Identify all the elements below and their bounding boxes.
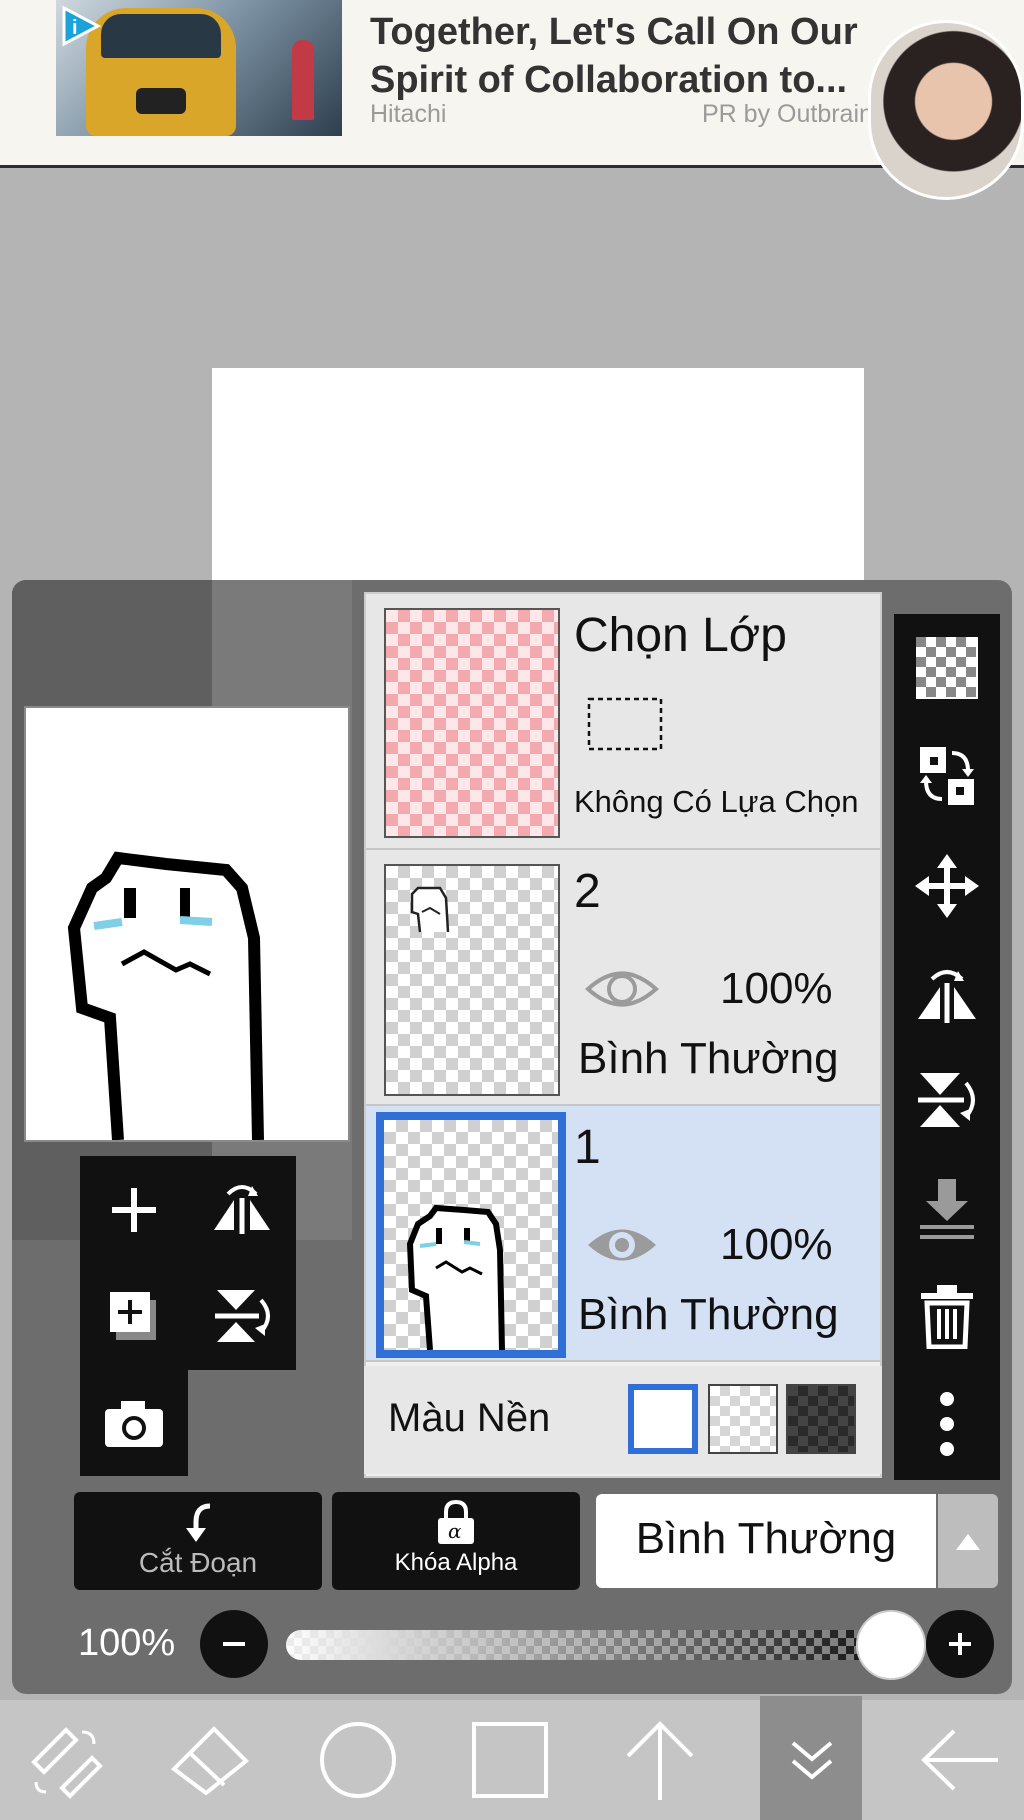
flip-horizontal-button[interactable] bbox=[894, 944, 1000, 1044]
move-icon bbox=[915, 854, 979, 918]
alpha-lock-icon: α bbox=[438, 1499, 474, 1544]
merge-down-icon bbox=[920, 1179, 974, 1239]
doodle-preview bbox=[67, 851, 264, 1141]
camera-icon bbox=[105, 1401, 163, 1447]
layer-opacity: 100% bbox=[720, 964, 833, 1013]
move-up-button[interactable] bbox=[600, 1700, 720, 1820]
layer-row[interactable]: 2 100% Bình Thường bbox=[366, 850, 880, 1106]
ad-source: Hitachi bbox=[370, 100, 447, 128]
svg-text:i: i bbox=[72, 17, 78, 39]
layers-list: Chọn Lớp Không Có Lựa Chọn 2 100% Bình T… bbox=[364, 592, 882, 1478]
ad-headline[interactable]: Together, Let's Call On Our Spirit of Co… bbox=[370, 8, 910, 104]
ad-headline-line1[interactable]: Together, Let's Call On Our bbox=[370, 8, 910, 56]
bg-swatch-dark[interactable] bbox=[786, 1384, 856, 1454]
visibility-eye-icon[interactable] bbox=[584, 964, 660, 1014]
background-color-label: Màu Nền bbox=[388, 1396, 551, 1440]
eraser-tool-button[interactable] bbox=[150, 1700, 270, 1820]
bg-swatch-white[interactable] bbox=[628, 1384, 698, 1454]
chevron-down-double-icon bbox=[791, 1741, 833, 1780]
selection-layer-thumbnail bbox=[384, 608, 560, 838]
flip-horizontal-icon bbox=[214, 1185, 270, 1234]
back-button[interactable] bbox=[900, 1700, 1020, 1820]
opacity-value: 100% bbox=[78, 1622, 176, 1664]
trash-icon bbox=[921, 1285, 973, 1349]
opacity-slider-thumb[interactable] bbox=[856, 1610, 926, 1680]
collapse-panel-button[interactable] bbox=[752, 1700, 872, 1820]
drawing-canvas[interactable] bbox=[212, 368, 864, 588]
more-icon bbox=[940, 1392, 954, 1456]
flip-vertical-icon bbox=[918, 1073, 975, 1127]
blend-mode-dropdown-button[interactable] bbox=[938, 1494, 998, 1588]
layer-thumbnail bbox=[376, 1112, 566, 1358]
triangle-up-icon bbox=[956, 1534, 980, 1550]
clip-button[interactable]: Cắt Đoạn bbox=[74, 1492, 322, 1590]
swap-layer-button[interactable] bbox=[894, 726, 1000, 826]
selection-layer-title: Chọn Lớp bbox=[574, 609, 787, 662]
plus-icon bbox=[949, 1633, 971, 1655]
duplicate-layer-button[interactable] bbox=[84, 1266, 184, 1366]
rectangle-icon bbox=[472, 1722, 548, 1798]
layer-thumbnail bbox=[384, 864, 560, 1096]
bg-swatch-transparent[interactable] bbox=[708, 1384, 778, 1454]
flip-layer-vertical-button[interactable] bbox=[192, 1266, 292, 1366]
back-arrow-icon bbox=[921, 1729, 998, 1791]
clip-label: Cắt Đoạn bbox=[138, 1547, 258, 1578]
layer-blend-mode: Bình Thường bbox=[578, 1290, 839, 1339]
layer-name: 2 bbox=[574, 865, 601, 918]
selection-marquee-icon bbox=[587, 697, 663, 751]
move-layer-button[interactable] bbox=[894, 836, 1000, 936]
opacity-decrease-button[interactable] bbox=[200, 1610, 268, 1678]
ellipse-icon bbox=[320, 1722, 396, 1798]
selection-status: Không Có Lựa Chọn bbox=[574, 784, 859, 819]
ad-headline-line2[interactable]: Spirit of Collaboration to... bbox=[370, 56, 910, 104]
clip-arrow-icon bbox=[186, 1503, 211, 1542]
checker-layer-icon bbox=[916, 637, 978, 699]
camera-import-button[interactable] bbox=[84, 1374, 184, 1474]
add-copy-icon bbox=[110, 1292, 156, 1340]
new-layer-checker-button[interactable] bbox=[894, 618, 1000, 718]
transform-tool-icon bbox=[31, 1727, 103, 1799]
blend-mode-value[interactable]: Bình Thường bbox=[596, 1514, 936, 1564]
minus-icon bbox=[223, 1642, 245, 1646]
layer-preview bbox=[24, 706, 350, 1142]
floating-avatar[interactable] bbox=[868, 20, 1024, 200]
flip-layer-horizontal-button[interactable] bbox=[192, 1160, 292, 1260]
flip-vertical-button[interactable] bbox=[894, 1050, 1000, 1150]
plus-icon bbox=[112, 1188, 156, 1232]
merge-down-button[interactable] bbox=[894, 1158, 1000, 1258]
arrow-up-icon bbox=[626, 1721, 694, 1800]
add-layer-button[interactable] bbox=[84, 1160, 184, 1260]
layer-blend-mode: Bình Thường bbox=[578, 1034, 839, 1083]
svg-text:α: α bbox=[448, 1519, 462, 1543]
eraser-icon bbox=[170, 1726, 249, 1795]
ad-play-icon[interactable]: i bbox=[58, 4, 102, 48]
flip-horizontal-icon bbox=[918, 970, 976, 1023]
flip-vertical-icon bbox=[215, 1290, 270, 1342]
rectangle-tool-button[interactable] bbox=[450, 1700, 570, 1820]
layer-row-selected[interactable]: 1 100% Bình Thường bbox=[366, 1106, 880, 1362]
layer-opacity: 100% bbox=[720, 1220, 833, 1269]
delete-layer-button[interactable] bbox=[894, 1266, 1000, 1366]
ad-sponsor[interactable]: PR by Outbrain bbox=[702, 100, 873, 129]
opacity-increase-button[interactable] bbox=[926, 1610, 994, 1678]
opacity-slider-pattern bbox=[286, 1630, 926, 1660]
selection-layer-row[interactable]: Chọn Lớp Không Có Lựa Chọn bbox=[366, 594, 880, 850]
swap-layer-icon bbox=[920, 747, 974, 805]
alpha-lock-button[interactable]: α Khóa Alpha bbox=[332, 1492, 580, 1590]
transform-tool-button[interactable] bbox=[4, 1700, 124, 1820]
layer-name: 1 bbox=[574, 1121, 601, 1174]
layer-thumbnail-doodle bbox=[410, 886, 450, 933]
layer-thumbnail-doodle bbox=[406, 1204, 505, 1351]
visibility-eye-icon[interactable] bbox=[584, 1220, 660, 1270]
alpha-lock-label: Khóa Alpha bbox=[394, 1549, 518, 1576]
more-options-button[interactable] bbox=[894, 1374, 1000, 1474]
ellipse-tool-button[interactable] bbox=[298, 1700, 418, 1820]
